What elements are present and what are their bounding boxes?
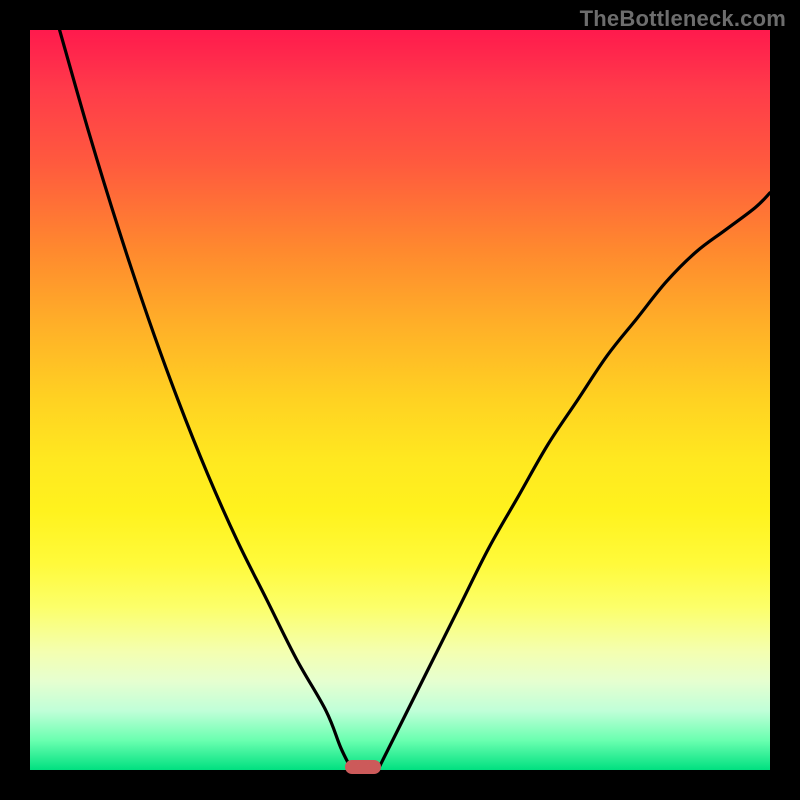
curve-layer (30, 30, 770, 770)
left-curve (60, 30, 352, 770)
bottleneck-marker (345, 760, 381, 774)
plot-area (30, 30, 770, 770)
watermark-text: TheBottleneck.com (580, 6, 786, 32)
right-curve (378, 193, 770, 770)
chart-frame: TheBottleneck.com (0, 0, 800, 800)
